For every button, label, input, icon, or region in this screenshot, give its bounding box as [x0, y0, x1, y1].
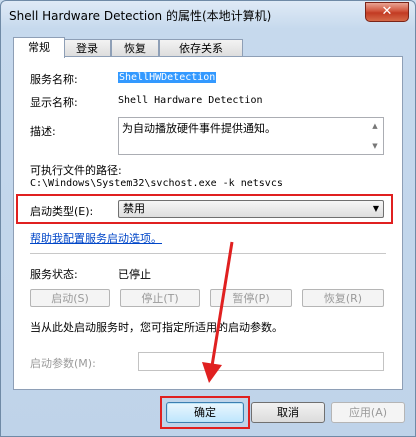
display-name-label: 显示名称: — [30, 96, 78, 109]
resume-button[interactable]: 恢复(R) — [302, 289, 384, 307]
startup-type-value: 禁用 — [123, 202, 145, 215]
start-params-input[interactable] — [138, 352, 384, 371]
description-text: 为自动播放硬件事件提供通知。 — [122, 122, 276, 135]
exe-path-label: 可执行文件的路径: — [30, 164, 122, 177]
stop-button[interactable]: 停止(T) — [120, 289, 200, 307]
service-name-label: 服务名称: — [30, 73, 78, 86]
scroll-down-icon[interactable]: ▼ — [367, 138, 383, 154]
apply-button[interactable]: 应用(A) — [331, 402, 405, 423]
general-panel: 服务名称: ShellHWDetection 显示名称: Shell Hardw… — [13, 56, 403, 390]
title-bar[interactable]: Shell Hardware Detection 的属性(本地计算机) ✕ — [1, 1, 415, 29]
close-icon: ✕ — [381, 4, 393, 19]
startup-type-select[interactable]: 禁用 ▼ — [118, 200, 384, 218]
divider — [30, 253, 386, 254]
tab-recovery[interactable]: 恢复 — [111, 39, 159, 57]
service-name-value[interactable]: ShellHWDetection — [118, 72, 217, 83]
ok-button[interactable]: 确定 — [166, 402, 244, 423]
display-name-value[interactable]: Shell Hardware Detection — [118, 95, 263, 106]
chevron-down-icon: ▼ — [372, 204, 379, 213]
tab-dependencies[interactable]: 依存关系 — [159, 39, 243, 57]
start-params-label: 启动参数(M): — [30, 357, 96, 370]
help-link[interactable]: 帮助我配置服务启动选项。 — [30, 230, 162, 246]
close-button[interactable]: ✕ — [365, 2, 409, 22]
description-label: 描述: — [30, 125, 56, 138]
tab-logon[interactable]: 登录 — [63, 39, 111, 57]
service-status-label: 服务状态: — [30, 268, 78, 281]
service-status-value: 已停止 — [118, 268, 151, 281]
start-button[interactable]: 启动(S) — [30, 289, 110, 307]
hint-text: 当从此处启动服务时，您可指定所适用的启动参数。 — [30, 321, 283, 334]
startup-type-label: 启动类型(E): — [30, 205, 94, 218]
scroll-up-icon[interactable]: ▲ — [367, 118, 383, 134]
exe-path-value[interactable]: C:\Windows\System32\svchost.exe -k netsv… — [30, 178, 283, 189]
description-box[interactable]: 为自动播放硬件事件提供通知。 ▲ ▼ — [118, 117, 384, 155]
window-title: Shell Hardware Detection 的属性(本地计算机) — [9, 9, 272, 23]
cancel-button[interactable]: 取消 — [251, 402, 325, 423]
pause-button[interactable]: 暂停(P) — [210, 289, 292, 307]
properties-dialog: Shell Hardware Detection 的属性(本地计算机) ✕ 常规… — [0, 0, 416, 437]
tab-general[interactable]: 常规 — [13, 37, 65, 58]
